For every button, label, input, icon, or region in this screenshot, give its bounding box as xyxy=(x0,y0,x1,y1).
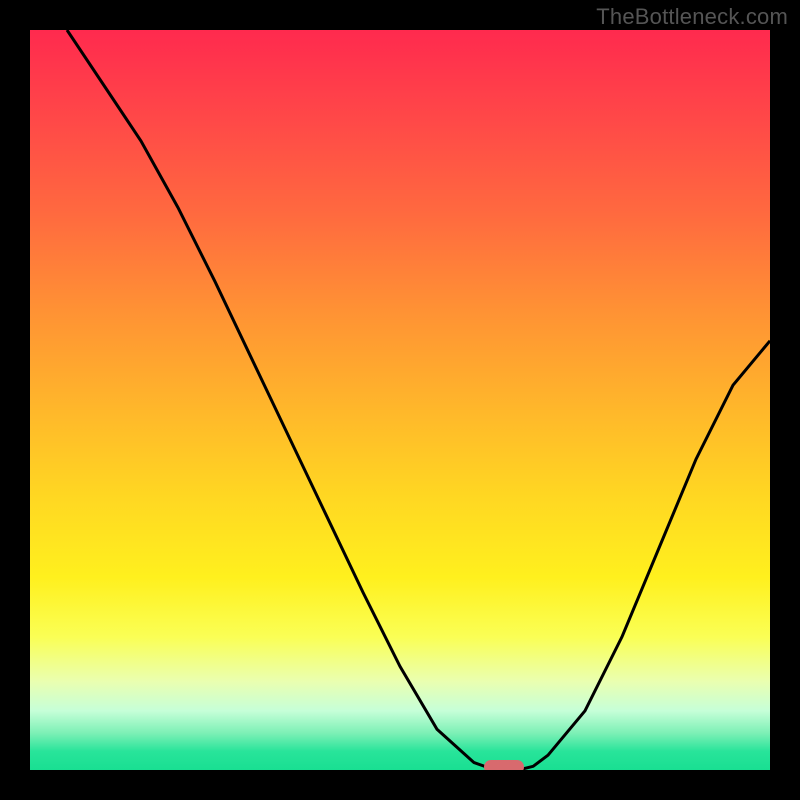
curve-svg xyxy=(30,30,770,770)
plot-area xyxy=(30,30,770,770)
optimal-marker xyxy=(484,760,524,770)
bottleneck-curve-path xyxy=(67,30,770,770)
watermark-text: TheBottleneck.com xyxy=(596,4,788,30)
chart-frame: TheBottleneck.com xyxy=(0,0,800,800)
